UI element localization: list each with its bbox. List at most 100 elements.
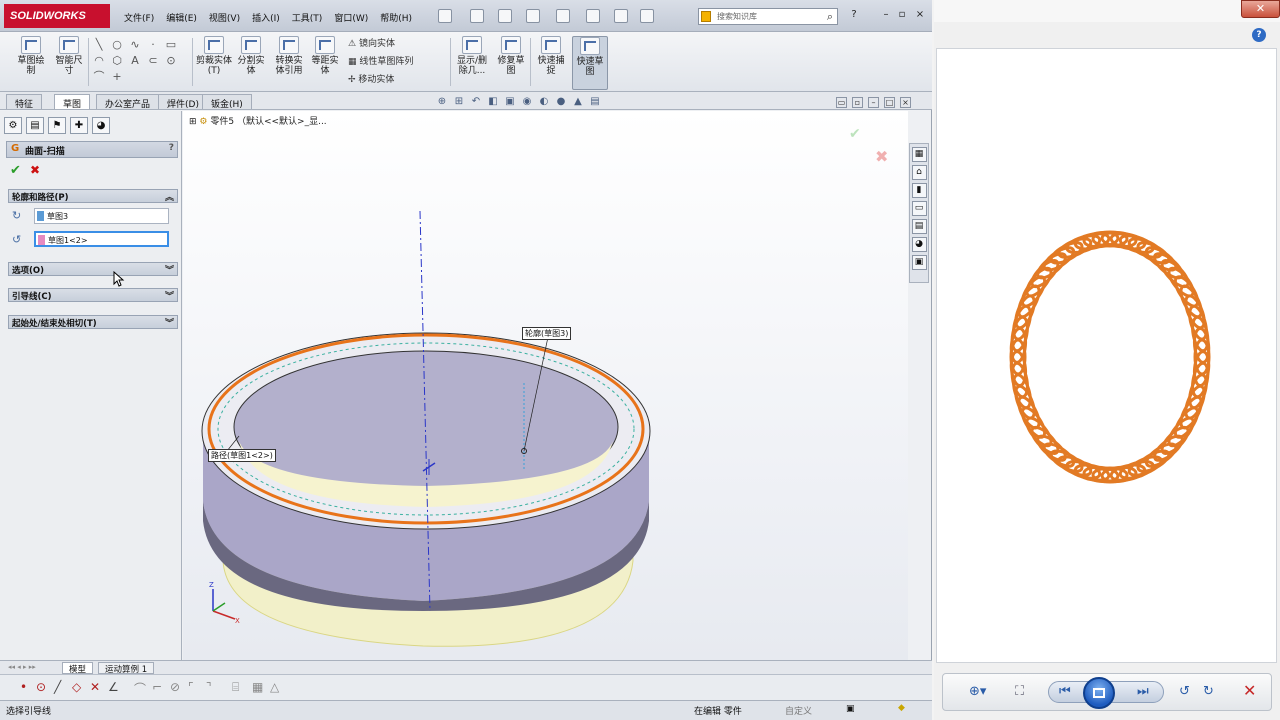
plane-icon[interactable]: ⊙ [164,54,178,68]
polygon-icon[interactable]: ⬡ [110,54,124,68]
view-palette-icon[interactable]: ▤ [911,219,927,234]
print-icon[interactable] [526,9,540,23]
angle-icon[interactable]: ∠ [108,680,119,694]
smart-dimension-button[interactable]: 智能尺寸 [52,36,86,76]
profile-selection-box[interactable]: 草图3 [34,208,169,224]
show-delete-relations-button[interactable]: 显示/删除几... [454,36,490,76]
path-selection-box[interactable]: 草图1<2> [34,231,169,247]
tile-icon[interactable]: ▭ [836,97,847,108]
tab-sheet-metal[interactable]: 钣金(H) [202,94,252,110]
zoom-area-icon[interactable]: ⊞ [453,96,465,108]
menu-view[interactable]: 视图(V) [203,9,246,26]
new-icon[interactable] [438,9,452,23]
delete-icon[interactable]: ✕ [1243,681,1256,700]
rapid-sketch-button[interactable]: 快速草图 [572,36,608,90]
group-profile-and-path[interactable]: 轮廓和路径(P) ︽ [8,189,178,203]
resources-icon[interactable]: ▦ [911,147,927,162]
model-viewport[interactable]: Z X ✔ ✖ [183,111,908,660]
menu-window[interactable]: 窗口(W) [328,9,374,26]
sketch-button[interactable]: 草图绘制 [14,36,48,76]
search-knowledge-base[interactable]: 搜索知识库 ⌕ [698,8,838,25]
section-view-icon[interactable]: ◧ [487,96,499,108]
view-settings-icon[interactable]: ▤ [589,96,601,108]
view-orientation-icon[interactable]: ▣ [504,96,516,108]
tab-sketch[interactable]: 草图 [54,94,91,110]
play-slideshow-button[interactable] [1083,677,1115,709]
tab-office-products[interactable]: 办公室产品 [96,94,160,110]
tab-nav-arrows[interactable]: ◂◂ ◂ ▸ ▸▸ [8,663,36,671]
group-options[interactable]: 选项(O) ︾ [8,262,178,276]
configuration-manager-icon[interactable]: ⚑ [48,117,66,134]
restore-icon[interactable]: ▫ [896,9,908,21]
cancel-corner-icon[interactable]: ✖ [875,147,888,166]
delete-icon[interactable]: ✕ [90,680,100,694]
path-callout[interactable]: 路径(草图1<2>) [208,449,276,462]
appearance-icon[interactable]: ● [555,96,567,108]
menu-help[interactable]: 帮助(H) [374,9,418,26]
fillet-icon[interactable]: ⌒ [92,70,106,84]
line-icon[interactable]: ╲ [92,38,106,52]
rotate-right-icon[interactable]: ↻ [1203,684,1214,699]
doc-maximize-icon[interactable]: □ [884,97,895,108]
chamfer-icon[interactable]: ⌐ [152,680,162,694]
tag-icon[interactable]: ◆ [898,703,905,713]
menu-tools[interactable]: 工具(T) [286,9,329,26]
mirror-icon[interactable]: ⌸ [232,680,239,695]
design-library-icon[interactable]: ▮ [911,183,927,198]
help-icon[interactable]: ? [169,143,174,153]
rotate-left-icon[interactable]: ↺ [1179,684,1190,699]
player-close-button[interactable]: ✕ [1241,0,1280,18]
trim-button[interactable]: 剪裁实体(T) [196,36,232,76]
fillet-icon[interactable]: ⌒ [134,680,146,697]
previous-icon[interactable]: ⏮ [1059,684,1071,699]
line-icon[interactable]: ╱ [54,680,61,694]
convert-button[interactable]: 转换实体引用 [272,36,306,76]
help-icon[interactable]: ? [848,9,860,21]
file-explorer-icon[interactable]: ▭ [911,201,927,216]
mirror-button[interactable]: ⚠ 镜向实体 [348,36,395,49]
offset-icon[interactable]: ⊘ [170,680,180,694]
status-units[interactable]: 自定义 [785,704,812,717]
profile-callout[interactable]: 轮廓(草图3) [522,327,572,340]
menu-insert[interactable]: 插入(I) [246,9,286,26]
doc-restore-icon[interactable]: ▫ [852,97,863,108]
polygon-icon[interactable]: ◇ [72,680,81,694]
repair-sketch-button[interactable]: 修复草图 [494,36,528,76]
triangle-icon[interactable]: △ [270,680,279,694]
hide-show-icon[interactable]: ◐ [538,96,550,108]
menu-file[interactable]: 文件(F) [118,9,160,26]
property-manager-icon[interactable]: ▤ [26,117,44,134]
tab-motion-study[interactable]: 运动算例 1 [98,662,155,675]
display-manager-icon[interactable]: ◕ [92,117,110,134]
linear-pattern-button[interactable]: ▦ 线性草图阵列 [348,54,413,67]
search-icon[interactable]: ⌕ [827,10,833,24]
rebuild-icon[interactable] [614,9,628,23]
tab-weldments[interactable]: 焊件(D) [158,94,208,110]
ok-checkmark-icon[interactable]: ✔ [10,163,21,178]
tab-features[interactable]: 特征 [6,94,43,110]
doc-close-icon[interactable]: × [900,97,911,108]
arc-icon[interactable]: ◠ [92,54,106,68]
appearances-icon[interactable]: ◕ [911,237,927,252]
split-button[interactable]: 分割实体 [234,36,268,76]
player-viewport[interactable] [936,48,1277,663]
zoom-icon[interactable]: ⊕▾ [969,684,986,699]
menu-edit[interactable]: 编辑(E) [160,9,203,26]
pattern-icon[interactable]: ▦ [252,680,263,694]
save-icon[interactable] [498,9,512,23]
display-style-icon[interactable]: ◉ [521,96,533,108]
feature-manager-icon[interactable]: ⚙ [4,117,22,134]
previous-view-icon[interactable]: ↶ [470,96,482,108]
doc-minimize-icon[interactable]: – [868,97,879,108]
construction-icon[interactable]: + [110,70,124,84]
text-icon[interactable]: A [128,54,142,68]
circle-icon[interactable]: ○ [110,38,124,52]
player-help-icon[interactable]: ? [1252,28,1266,42]
next-icon[interactable]: ⏭ [1137,684,1149,699]
tab-model[interactable]: 模型 [62,662,94,675]
close-icon[interactable]: × [914,9,926,21]
offset-button[interactable]: 等距实体 [309,36,341,76]
circle-icon[interactable]: ⊙ [36,680,46,694]
options-icon[interactable] [640,9,654,23]
open-icon[interactable] [470,9,484,23]
